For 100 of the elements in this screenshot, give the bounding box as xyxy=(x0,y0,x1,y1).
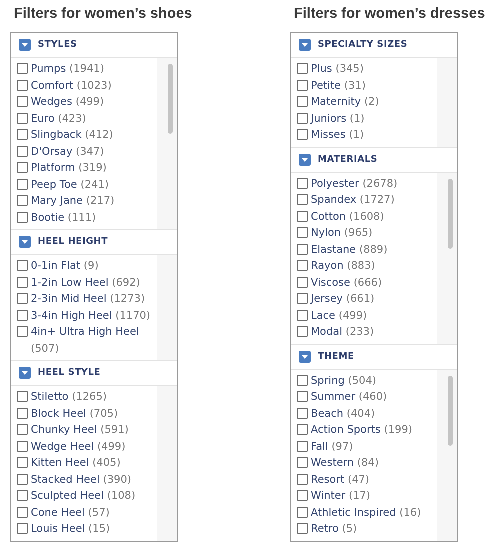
checkbox[interactable] xyxy=(17,96,28,107)
filter-option[interactable]: Slingback (412) xyxy=(17,127,161,144)
collapse-icon[interactable] xyxy=(299,350,311,362)
checkbox[interactable] xyxy=(297,293,308,304)
checkbox[interactable] xyxy=(17,440,28,452)
checkbox[interactable] xyxy=(297,96,308,107)
filter-option[interactable]: Platform (319) xyxy=(17,160,161,176)
filter-option[interactable]: Wedge Heel (499) xyxy=(17,438,161,455)
filter-option[interactable]: Elastane (889) xyxy=(297,242,441,258)
filter-option[interactable]: Misses (1) xyxy=(297,127,441,144)
checkbox[interactable] xyxy=(17,490,28,501)
checkbox[interactable] xyxy=(297,490,308,501)
filter-option[interactable]: Plus (345) xyxy=(297,61,441,78)
filter-option[interactable]: Athletic Inspired (16) xyxy=(297,504,441,521)
checkbox[interactable] xyxy=(17,178,28,190)
checkbox[interactable] xyxy=(17,506,28,518)
checkbox[interactable] xyxy=(297,178,308,188)
filter-option[interactable]: Rayon (883) xyxy=(297,258,441,274)
filter-option[interactable]: Fall (97) xyxy=(297,438,441,455)
filter-option[interactable]: 1-2in Low Heel (692) xyxy=(17,274,161,291)
checkbox[interactable] xyxy=(297,457,308,468)
filter-option[interactable]: Pumps (1941) xyxy=(17,61,161,78)
checkbox[interactable] xyxy=(297,474,308,484)
collapse-icon[interactable] xyxy=(19,236,31,248)
filter-option[interactable]: Viscose (666) xyxy=(297,274,441,291)
checkbox[interactable] xyxy=(17,310,28,320)
filter-option[interactable]: Stacked Heel (390) xyxy=(17,472,161,488)
checkbox[interactable] xyxy=(17,474,28,484)
filter-option[interactable]: Peep Toe (241) xyxy=(17,176,161,193)
filter-option[interactable]: Stiletto (1265) xyxy=(17,389,161,406)
checkbox[interactable] xyxy=(17,80,28,90)
filter-option[interactable]: Block Heel (705) xyxy=(17,406,161,422)
checkbox[interactable] xyxy=(297,63,308,74)
filter-option[interactable]: Nylon (965) xyxy=(297,225,441,242)
checkbox[interactable] xyxy=(17,146,28,156)
filter-option[interactable]: Polyester (2678) xyxy=(297,176,441,192)
checkbox[interactable] xyxy=(297,112,308,124)
filter-option[interactable]: 0-1in Flat (9) xyxy=(17,258,161,274)
filter-option[interactable]: Retro (5) xyxy=(297,521,441,538)
filter-option[interactable]: Modal (233) xyxy=(297,324,441,340)
checkbox[interactable] xyxy=(297,440,308,452)
checkbox[interactable] xyxy=(17,424,28,435)
checkbox[interactable] xyxy=(297,194,308,205)
filter-option[interactable]: Chunky Heel (591) xyxy=(17,422,161,438)
filter-option[interactable]: Winter (17) xyxy=(297,488,441,504)
checkbox[interactable] xyxy=(297,276,308,288)
checkbox[interactable] xyxy=(17,457,28,468)
filter-option[interactable]: Sculpted Heel (108) xyxy=(17,488,161,504)
checkbox[interactable] xyxy=(297,424,308,435)
checkbox[interactable] xyxy=(297,80,308,90)
filter-option[interactable]: Euro (423) xyxy=(17,110,161,127)
checkbox[interactable] xyxy=(297,310,308,320)
filter-option[interactable]: Beach (404) xyxy=(297,406,441,422)
filter-option[interactable]: Summer (460) xyxy=(297,389,441,406)
scrollbar-thumb[interactable] xyxy=(448,376,453,446)
filter-option[interactable]: Bootie (111) xyxy=(17,210,161,226)
filter-option[interactable]: Comfort (1023) xyxy=(17,78,161,94)
checkbox[interactable] xyxy=(297,326,308,337)
section-header[interactable]: THEME xyxy=(291,344,457,370)
checkbox[interactable] xyxy=(297,260,308,271)
checkbox[interactable] xyxy=(297,129,308,140)
checkbox[interactable] xyxy=(297,523,308,534)
checkbox[interactable] xyxy=(297,210,308,222)
filter-option[interactable]: D'Orsay (347) xyxy=(17,144,161,160)
checkbox[interactable] xyxy=(17,326,28,337)
filter-option[interactable]: Action Sports (199) xyxy=(297,422,441,438)
checkbox[interactable] xyxy=(297,506,308,518)
checkbox[interactable] xyxy=(17,162,28,173)
section-header[interactable]: HEEL HEIGHT xyxy=(11,229,177,255)
filter-option[interactable]: 3-4in High Heel (1170) xyxy=(17,308,161,324)
collapse-icon[interactable] xyxy=(19,39,31,51)
checkbox[interactable] xyxy=(297,391,308,402)
checkbox[interactable] xyxy=(17,260,28,271)
collapse-icon[interactable] xyxy=(299,154,311,166)
checkbox[interactable] xyxy=(17,195,28,206)
checkbox[interactable] xyxy=(17,523,28,534)
filter-option[interactable]: Louis Heel (15) xyxy=(17,521,161,538)
filter-option[interactable]: Western (84) xyxy=(297,455,441,472)
checkbox[interactable] xyxy=(17,408,28,418)
filter-option[interactable]: Juniors (1) xyxy=(297,110,441,127)
filter-option[interactable]: Maternity (2) xyxy=(297,94,441,110)
scrollbar-thumb[interactable] xyxy=(448,178,453,248)
filter-option[interactable]: Mary Jane (217) xyxy=(17,193,161,210)
filter-option[interactable]: Kitten Heel (405) xyxy=(17,455,161,472)
filter-option[interactable]: Petite (31) xyxy=(297,78,441,94)
checkbox[interactable] xyxy=(297,408,308,418)
checkbox[interactable] xyxy=(17,276,28,288)
filter-option[interactable]: Lace (499) xyxy=(297,308,441,324)
filter-option[interactable]: Spring (504) xyxy=(297,372,441,389)
checkbox[interactable] xyxy=(17,129,28,140)
filter-option[interactable]: Cotton (1608) xyxy=(297,208,441,225)
filter-option[interactable]: Spandex (1727) xyxy=(297,192,441,208)
collapse-icon[interactable] xyxy=(19,367,31,379)
filter-option[interactable]: Wedges (499) xyxy=(17,94,161,110)
checkbox[interactable] xyxy=(17,293,28,304)
checkbox[interactable] xyxy=(297,227,308,238)
filter-option[interactable]: 4in+ Ultra High Heel (507) xyxy=(17,324,161,357)
filter-option[interactable]: Jersey (661) xyxy=(297,291,441,308)
checkbox[interactable] xyxy=(17,112,28,124)
checkbox[interactable] xyxy=(17,391,28,402)
